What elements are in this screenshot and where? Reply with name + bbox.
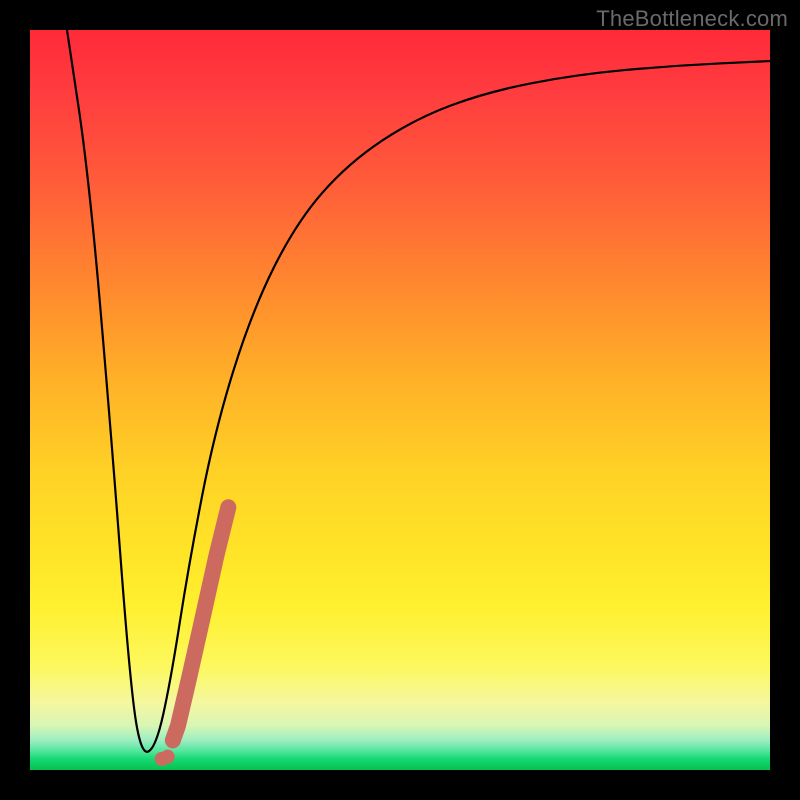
watermark-text: TheBottleneck.com [596,6,788,32]
highlight-dot-1 [155,752,169,766]
highlight-dot-2 [161,750,175,764]
bottleneck-curve [67,30,770,752]
chart-frame: TheBottleneck.com [0,0,800,800]
plot-area [30,30,770,770]
highlight-stroke [173,507,229,740]
curve-layer [30,30,770,770]
